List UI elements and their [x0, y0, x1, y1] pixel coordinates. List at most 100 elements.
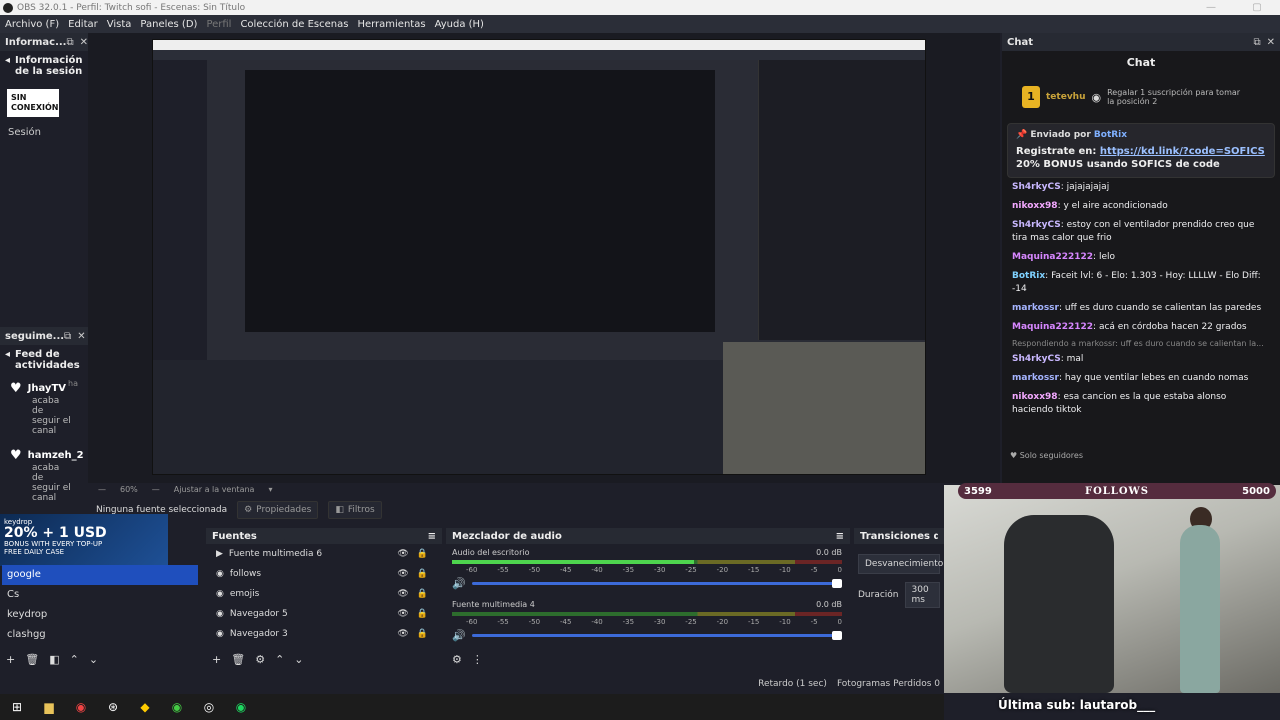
steam-icon[interactable]: ⊛: [104, 698, 122, 716]
windows-start-icon[interactable]: ⊞: [8, 698, 26, 716]
scene-item[interactable]: clashgg: [2, 625, 198, 645]
chat-user[interactable]: BotRix: [1012, 271, 1045, 281]
add-icon[interactable]: +: [6, 653, 15, 666]
close-icon[interactable]: ✕: [77, 331, 85, 342]
preview-canvas[interactable]: [152, 39, 926, 475]
zoom-plus-icon[interactable]: —: [152, 485, 160, 494]
scale-tick: -35: [622, 566, 635, 574]
minimize-button[interactable]: —: [1188, 0, 1234, 15]
properties-button[interactable]: ⚙ Propiedades: [237, 501, 319, 519]
scene-item[interactable]: google: [2, 565, 198, 585]
speaker-icon[interactable]: 🔊: [452, 629, 466, 642]
source-item[interactable]: ▶ Fuente multimedia 6 👁 🔒: [206, 544, 442, 564]
lock-icon[interactable]: 🔒: [417, 569, 428, 579]
zoom-level[interactable]: 60%: [120, 485, 138, 494]
lock-icon[interactable]: 🔒: [417, 609, 428, 619]
chrome-icon[interactable]: ◉: [72, 698, 90, 716]
close-icon[interactable]: ✕: [80, 37, 88, 48]
filters-button[interactable]: ◧ Filtros: [328, 501, 382, 519]
trash-icon[interactable]: 🗑: [25, 653, 39, 666]
sources-footer: + 🗑 ⚙ ⌃ ⌄: [212, 653, 304, 666]
float-icon[interactable]: ⧉: [64, 331, 71, 342]
scenes-footer: + 🗑 ◧ ⌃ ⌄: [6, 653, 98, 666]
chat-user[interactable]: markossr: [1012, 373, 1059, 383]
chat-user[interactable]: nikoxx98: [1012, 392, 1058, 402]
volume-slider[interactable]: [471, 631, 842, 640]
pinned-link[interactable]: https://kd.link/?code=SOFICS: [1100, 146, 1265, 157]
track-db: 0.0 dB: [816, 548, 842, 557]
volume-slider[interactable]: [471, 579, 842, 588]
menu-icon[interactable]: ≡: [836, 531, 844, 542]
chevron-down-icon[interactable]: ⌄: [294, 653, 303, 666]
obs-logo-icon: [3, 2, 13, 13]
scene-item[interactable]: Cs: [2, 585, 198, 605]
source-toolbar: Ninguna fuente seleccionada ⚙ Propiedades…: [88, 499, 948, 521]
scale-tick: -45: [559, 618, 572, 626]
gaming-chair: [1004, 515, 1114, 693]
source-item[interactable]: ◉ follows 👁 🔒: [206, 564, 442, 584]
float-icon[interactable]: ⧉: [66, 37, 73, 48]
spotify-icon[interactable]: ◉: [232, 698, 250, 716]
chevron-down-icon[interactable]: ⌄: [89, 653, 98, 666]
menu-item[interactable]: Archivo (F): [5, 19, 59, 30]
nested-webcam: [723, 342, 925, 474]
add-icon[interactable]: +: [212, 653, 221, 666]
gear-icon[interactable]: ⚙: [452, 653, 462, 666]
chat-user[interactable]: nikoxx98: [1012, 201, 1058, 211]
eye-icon[interactable]: 👁: [397, 549, 408, 559]
trash-icon[interactable]: 🗑: [231, 653, 245, 666]
zoom-fit[interactable]: Ajustar a la ventana: [174, 485, 255, 494]
close-icon[interactable]: ✕: [1267, 37, 1275, 48]
chat-user[interactable]: Sh4rkyCS: [1012, 220, 1061, 230]
kebab-menu-icon[interactable]: ⋮: [472, 653, 483, 666]
pinned-message: 📌 Enviado por BotRix Registrate en: http…: [1007, 123, 1275, 178]
feed-heading: ◂ Feed de actividades: [0, 345, 88, 375]
menu-item[interactable]: Perfil: [206, 19, 231, 30]
gift-icon: ◉: [1091, 90, 1102, 104]
maximize-button[interactable]: ▢: [1234, 0, 1280, 15]
chat-user[interactable]: Maquina222122: [1012, 322, 1093, 332]
chat-user[interactable]: Sh4rkyCS: [1012, 354, 1061, 364]
arrow-left-icon[interactable]: ◂: [5, 55, 10, 77]
transition-select[interactable]: Desvanecimiento: [858, 554, 943, 574]
preview-area[interactable]: [88, 33, 1000, 483]
source-item[interactable]: ◉ Navegador 5 👁 🔒: [206, 604, 442, 624]
slider-handle[interactable]: [832, 631, 842, 640]
chat-footer: ♥ Solo seguidores: [1010, 451, 1083, 460]
menu-item[interactable]: Colección de Escenas: [240, 19, 348, 30]
app-icon[interactable]: ◆: [136, 698, 154, 716]
chat-user[interactable]: markossr: [1012, 303, 1059, 313]
menu-icon[interactable]: ≡: [428, 531, 436, 542]
zoom-minus-icon[interactable]: —: [98, 485, 106, 494]
chevron-down-icon[interactable]: ▾: [268, 485, 272, 494]
source-item[interactable]: ◉ emojis 👁 🔒: [206, 584, 442, 604]
chevron-up-icon[interactable]: ⌃: [70, 653, 79, 666]
obs-icon[interactable]: ◎: [200, 698, 218, 716]
arrow-left-icon[interactable]: ◂: [5, 349, 10, 371]
source-item[interactable]: ◉ Navegador 3 👁 🔒: [206, 624, 442, 644]
filter-icon[interactable]: ◧: [49, 653, 59, 666]
gear-icon[interactable]: ⚙: [255, 653, 265, 666]
lock-icon[interactable]: 🔒: [417, 549, 428, 559]
menu-item[interactable]: Ayuda (H): [435, 19, 484, 30]
lock-icon[interactable]: 🔒: [417, 629, 428, 639]
speaker-icon[interactable]: 🔊: [452, 577, 466, 590]
menu-item[interactable]: Vista: [107, 19, 132, 30]
float-icon[interactable]: ⧉: [1253, 37, 1260, 48]
duration-input[interactable]: 300 ms: [904, 582, 940, 608]
chevron-up-icon[interactable]: ⌃: [275, 653, 284, 666]
chat-user[interactable]: Maquina222122: [1012, 252, 1093, 262]
eye-icon[interactable]: 👁: [397, 589, 408, 599]
chat-user[interactable]: Sh4rkyCS: [1012, 182, 1061, 192]
file-explorer-icon[interactable]: ▆: [40, 698, 58, 716]
scene-item[interactable]: keydrop: [2, 605, 198, 625]
eye-icon[interactable]: 👁: [397, 609, 408, 619]
eye-icon[interactable]: 👁: [397, 629, 408, 639]
menu-item[interactable]: Herramientas: [357, 19, 425, 30]
lock-icon[interactable]: 🔒: [417, 589, 428, 599]
slider-handle[interactable]: [832, 579, 842, 588]
chrome-icon[interactable]: ◉: [168, 698, 186, 716]
eye-icon[interactable]: 👁: [397, 569, 408, 579]
menu-item[interactable]: Editar: [68, 19, 98, 30]
menu-item[interactable]: Paneles (D): [140, 19, 197, 30]
